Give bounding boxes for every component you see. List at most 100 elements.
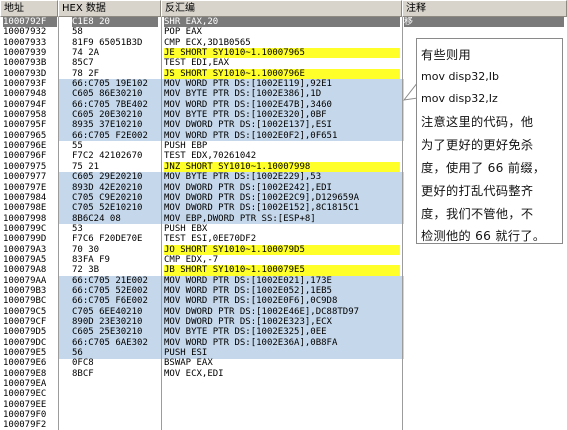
row-address: 1000793F xyxy=(3,79,47,90)
row-address: 100079E5 xyxy=(3,348,47,358)
instruction-row[interactable]: 100079EE xyxy=(0,400,567,410)
row-disasm: MOV DWORD PTR DS:[1002E323],ECX xyxy=(164,316,332,327)
row-comment xyxy=(404,255,564,265)
row-address: 100079A5 xyxy=(3,254,47,265)
instruction-row[interactable]: 100079F0 xyxy=(0,410,567,420)
row-disasm: MOV WORD PTR DS:[1002E052],1EB5 xyxy=(164,285,332,296)
row-address: 1000795F xyxy=(3,120,47,131)
row-comment xyxy=(404,338,564,348)
row-hex: 74 2A xyxy=(72,48,100,59)
row-comment xyxy=(404,245,564,255)
row-hex: F7C2 42102670 xyxy=(72,151,143,162)
column-header-bar: 地址 HEX 数据 反汇编 注释 xyxy=(0,0,567,17)
row-address: 1000799D xyxy=(3,234,47,245)
row-hex: 70 30 xyxy=(72,244,100,255)
callout-line: 度，使用了 66 前缀， xyxy=(421,161,546,175)
instruction-row[interactable]: 100079C5 C705 6EE40210 MOV DWORD PTR DS:[1… xyxy=(0,307,567,317)
instruction-row[interactable]: 100079E5 56 PUSH ESI xyxy=(0,348,567,358)
row-address: 100079E6 xyxy=(3,358,47,369)
row-disasm: PUSH EBP xyxy=(164,141,208,152)
row-address: 100079C5 xyxy=(3,306,47,317)
row-hex: 890D 23E30210 xyxy=(72,316,143,327)
row-hex: 66:C705 F6E002 xyxy=(72,296,148,307)
row-hex: F7C6 F20DE70E xyxy=(72,234,143,245)
row-comment xyxy=(404,400,564,410)
row-disasm: POP EAX xyxy=(164,27,202,38)
comment-column-header[interactable]: 注释 xyxy=(402,0,567,17)
row-address: 1000792F xyxy=(3,17,57,28)
instruction-row[interactable]: 100079EC xyxy=(0,389,567,399)
instruction-row[interactable]: 100079D5 C605 25E30210 MOV BYTE PTR DS:[10… xyxy=(0,327,567,337)
instruction-row[interactable]: 100079A3 70 30 JO SHORT SY1010~1.100079D5 xyxy=(0,244,567,255)
row-hex: C605 86E30210 xyxy=(72,89,143,100)
row-address: 100079F0 xyxy=(3,410,47,421)
row-address: 100079D5 xyxy=(3,327,47,338)
row-comment xyxy=(404,265,564,275)
row-address: 100079B3 xyxy=(3,285,47,296)
instruction-row[interactable]: 100079A5 83FA F9 CMP EDX,-7 xyxy=(0,255,567,265)
row-disasm: MOV WORD PTR DS:[1002E119],92E1 xyxy=(164,79,332,90)
instruction-row[interactable]: 100079B3 66:C705 52E002 MOV WORD PTR DS:[1… xyxy=(0,286,567,296)
row-comment xyxy=(404,348,564,358)
callout-line: mov disp32,Iz xyxy=(421,92,498,105)
row-hex: 85C7 xyxy=(72,58,94,69)
instruction-row[interactable]: 100079AA 66:C705 21E002 MOV WORD PTR DS:[1… xyxy=(0,276,567,286)
row-disasm xyxy=(164,420,400,430)
instruction-row[interactable]: 100079A8 72 3B JB SHORT SY1010~1.100079E5 xyxy=(0,265,567,276)
instruction-row[interactable]: 100079CF 890D 23E30210 MOV DWORD PTR DS:[1… xyxy=(0,317,567,327)
instruction-row[interactable]: 100079DC 66:C705 6AE302 MOV WORD PTR DS:[1… xyxy=(0,338,567,348)
row-hex: 78 2F xyxy=(72,68,100,79)
row-disasm: CMP EDX,-7 xyxy=(164,254,219,265)
row-address: 1000796E xyxy=(3,141,47,152)
instruction-row[interactable]: 100079F2 xyxy=(0,420,567,430)
instruction-row[interactable]: 100079EA xyxy=(0,379,567,389)
row-address: 10007965 xyxy=(3,130,47,141)
instruction-row[interactable]: 10007932 58 POP EAX xyxy=(0,27,567,37)
instruction-row[interactable]: 1000792F C1E8 20 SHR EAX,20 移 xyxy=(0,17,567,28)
row-comment xyxy=(404,420,564,430)
row-disasm: MOV DWORD PTR DS:[1002E2C9],D129659A xyxy=(164,192,360,203)
disasm-column-header[interactable]: 反汇编 xyxy=(161,0,402,17)
row-disasm: CMP ECX,3D1B0565 xyxy=(164,37,251,48)
row-disasm: TEST EDI,EAX xyxy=(164,58,230,69)
row-address: 100079DC xyxy=(3,337,47,348)
row-hex xyxy=(72,379,158,389)
row-comment xyxy=(404,307,564,317)
row-disasm: MOV BYTE PTR DS:[1002E386],1D xyxy=(164,89,322,100)
row-disasm: MOV DWORD PTR DS:[1002E137],ESI xyxy=(164,120,332,131)
row-hex: 72 3B xyxy=(72,265,100,276)
row-address: 1000794F xyxy=(3,99,47,110)
row-hex: 58 xyxy=(72,27,83,38)
row-disasm xyxy=(164,379,400,389)
row-disasm xyxy=(164,400,400,410)
row-comment xyxy=(404,410,564,420)
row-disasm: TEST ESI,0EE70DF2 xyxy=(164,234,257,245)
row-comment xyxy=(404,276,564,286)
hex-column-header[interactable]: HEX 数据 xyxy=(58,0,161,17)
row-hex: 75 21 xyxy=(72,161,100,172)
row-address: 1000799C xyxy=(3,223,47,234)
row-hex: 66:C705 19E102 xyxy=(72,79,148,90)
row-address: 10007977 xyxy=(3,172,47,183)
row-comment xyxy=(404,317,564,327)
row-disasm: MOV BYTE PTR DS:[1002E320],0BF xyxy=(164,110,327,121)
instruction-row[interactable]: 100079BC 66:C705 F6E002 MOV WORD PTR DS:[1… xyxy=(0,296,567,306)
row-disasm: MOV BYTE PTR DS:[1002E229],53 xyxy=(164,172,322,183)
row-address: 1000796F xyxy=(3,151,47,162)
row-hex: 66:C705 6AE302 xyxy=(72,337,148,348)
row-hex xyxy=(72,410,158,420)
row-disasm: MOV WORD PTR DS:[1002E021],173E xyxy=(164,275,332,286)
row-disasm: JNZ SHORT SY1010~1.10007998 xyxy=(164,161,400,173)
row-address: 100079AA xyxy=(3,275,47,286)
instruction-row[interactable]: 100079E6 0FC8 BSWAP EAX xyxy=(0,358,567,368)
row-address: 10007975 xyxy=(3,161,47,172)
callout-line: 检测他的 66 就行了。 xyxy=(421,229,546,243)
row-hex: 893D 42E20210 xyxy=(72,182,143,193)
callout-line: 度，我们不管他，不 xyxy=(421,207,534,221)
callout-line: 更好的打乱代码整齐 xyxy=(421,184,534,198)
row-hex xyxy=(72,420,158,430)
instruction-row[interactable]: 100079E8 8BCF MOV ECX,EDI xyxy=(0,369,567,379)
row-disasm: MOV EBP,DWORD PTR SS:[ESP+8] xyxy=(164,213,316,224)
row-address: 10007939 xyxy=(3,48,47,59)
address-column-header[interactable]: 地址 xyxy=(0,0,58,17)
